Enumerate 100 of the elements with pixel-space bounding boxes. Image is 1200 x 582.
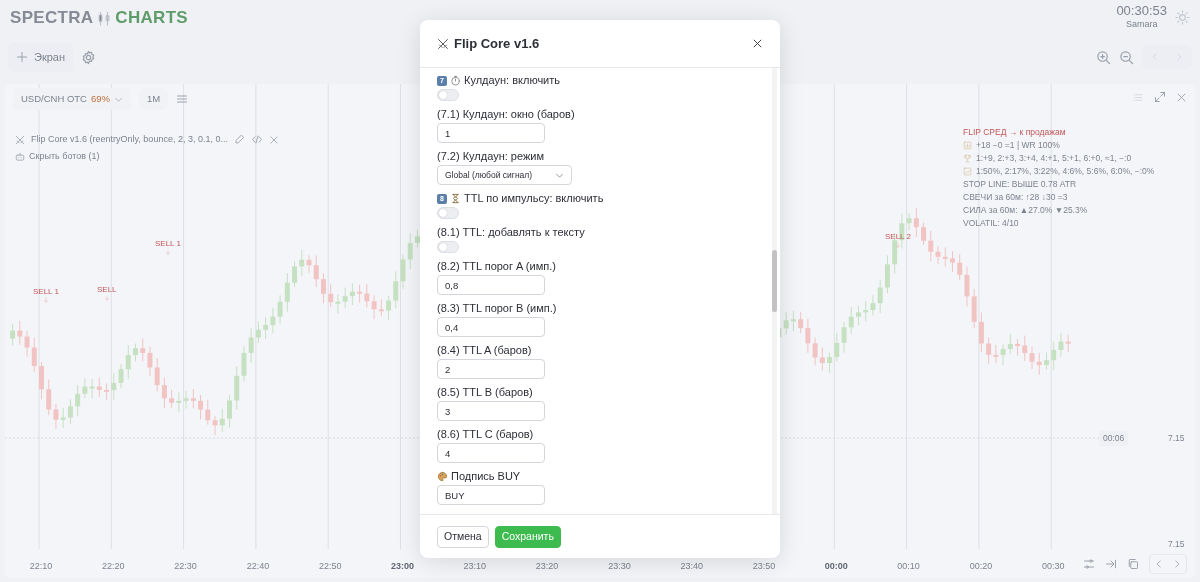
field-label: (8.6) TTL C (баров) <box>437 427 534 442</box>
zoom-in-icon <box>1096 49 1111 65</box>
mode-dropdown[interactable]: Global (любой сигнал) <box>437 165 572 185</box>
field-label: (8.3) TTL порог B (имп.) <box>437 301 557 316</box>
time-label: 00:10 <box>897 560 920 573</box>
close-icon <box>1176 91 1187 103</box>
toggle-switch[interactable] <box>437 241 459 253</box>
zoom-out-icon <box>1119 49 1134 65</box>
input-field[interactable]: 0,4 <box>437 317 545 337</box>
time-label: 23:50 <box>752 560 776 573</box>
menu-icon <box>176 93 189 105</box>
input-field[interactable]: 3 <box>437 401 545 421</box>
code-icon <box>250 134 263 146</box>
info-line: VOLATIL: 4/10 <box>963 217 1019 230</box>
trophy-icon <box>963 154 972 163</box>
field-label: (8.2) TTL порог A (имп.) <box>437 259 556 274</box>
candlestick-logo-icon <box>97 9 112 27</box>
remove-button[interactable] <box>268 134 279 145</box>
copy-icon <box>1127 558 1139 570</box>
swords-icon <box>15 134 25 145</box>
time-label: 22:40 <box>246 560 270 573</box>
plus-icon <box>16 51 28 63</box>
info-line: СИЛА за 60м: ▲27.0% ▼25.3% <box>963 204 1088 217</box>
toggle-switch[interactable] <box>437 207 459 219</box>
info-line: 1:+9, 2:+3, 3:+4, 4:+1, 5:+1, 6:+0, ≈1, −:0 <box>976 152 1132 165</box>
field-label: (8.5) TTL B (баров) <box>437 385 533 400</box>
signal-label: SELL 2 <box>885 233 911 241</box>
down-arrow-icon <box>894 241 901 248</box>
close-icon <box>752 38 763 49</box>
input-field[interactable]: 4 <box>437 443 545 463</box>
hide-bots-link[interactable]: Скрыть ботов (1) <box>15 150 100 164</box>
robot-icon <box>15 151 25 162</box>
down-arrow-icon <box>164 248 171 255</box>
sun-icon <box>1175 10 1190 26</box>
field-label: (7.1) Кулдаун: окно (баров) <box>437 107 575 122</box>
candle-timer: 00:06 <box>1099 431 1129 446</box>
input-field[interactable]: 2 <box>437 359 545 379</box>
menu-button[interactable] <box>176 93 189 105</box>
field-label: (7.2) Кулдаун: режим <box>437 149 545 164</box>
zoom-out-button[interactable] <box>1119 49 1134 65</box>
input-field[interactable]: 0,8 <box>437 275 545 295</box>
settings-button[interactable] <box>81 49 97 65</box>
info-line: +18 −0 =1 | WR 100% <box>976 139 1060 152</box>
down-arrow-icon <box>42 296 49 303</box>
swords-icon <box>437 37 449 50</box>
time-label: 22:20 <box>102 560 125 573</box>
settings-icon <box>81 49 97 65</box>
close-icon <box>268 134 279 145</box>
input-field[interactable]: BUY <box>437 485 545 505</box>
field-label: (8.4) TTL A (баров) <box>437 343 532 358</box>
sliders-icon <box>1083 558 1095 570</box>
scroll-to-end-button[interactable] <box>1105 558 1117 570</box>
hourglass-icon <box>450 193 461 204</box>
signal-label: SELL <box>97 286 117 294</box>
time-label: 00:20 <box>969 560 993 573</box>
copy-button[interactable] <box>1127 558 1139 570</box>
expand-button[interactable] <box>1154 91 1166 103</box>
time-label: 22:10 <box>29 560 53 573</box>
chart-up-icon <box>963 167 972 176</box>
time-label: 22:30 <box>174 560 197 573</box>
chart-settings-button[interactable] <box>1083 558 1095 570</box>
zoom-in-button[interactable] <box>1096 49 1111 65</box>
time-label: 23:30 <box>608 560 631 573</box>
info-line: 1:50%, 2:17%, 3:22%, 4:6%, 5:6%, 6:0%, −:0% <box>976 165 1155 178</box>
info-line: СВЕЧИ за 60м: ↑28 ↓30 =3 <box>963 191 1068 204</box>
jump-to-end-icon <box>1105 558 1117 570</box>
time-label: 23:20 <box>535 560 559 573</box>
toggle-switch[interactable] <box>437 89 459 101</box>
field-label: TTL по импульсу: включить <box>464 191 604 206</box>
list-button[interactable] <box>1133 91 1144 103</box>
cancel-button[interactable]: Отмена <box>437 525 489 548</box>
down-arrow-icon <box>103 294 110 301</box>
time-label: 22:50 <box>318 560 342 573</box>
chevron-left-icon <box>1154 559 1164 569</box>
edit-button[interactable] <box>233 134 245 146</box>
dialog-title: Flip Core v1.6 <box>454 34 540 53</box>
palette-icon <box>437 471 448 482</box>
theme-toggle[interactable] <box>1175 10 1190 26</box>
chevron-right-icon <box>1172 559 1182 569</box>
time-label: 23:10 <box>463 560 487 573</box>
close-button[interactable] <box>752 38 763 49</box>
price-scale-label: 7.15 <box>1168 538 1185 551</box>
list-icon <box>1133 91 1144 103</box>
input-field[interactable]: 1 <box>437 123 545 143</box>
signal-label: SELL 1 <box>155 240 181 248</box>
code-button[interactable] <box>250 134 263 146</box>
pencil-icon <box>233 134 245 146</box>
time-label: 00:30 <box>1041 560 1065 573</box>
price-label: 7.15 <box>1168 432 1185 445</box>
chart-icon <box>963 141 972 150</box>
indicator-label: Flip Core v1.6 (reentryOnly, bounce, 2, 3, 0.1, 0... <box>31 133 228 146</box>
info-line: STOP LINE: ВЫШЕ 0.78 ATR <box>963 178 1077 191</box>
signal-label: SELL 1 <box>33 288 59 296</box>
logo-text: SPECTRA <box>10 7 94 30</box>
time-label: 00:00 <box>824 560 848 573</box>
info-line: FLIP СРЕД → к продажам <box>963 126 1066 139</box>
timezone-city: Samara <box>1124 18 1159 32</box>
time-label: 23:40 <box>680 560 703 573</box>
scrollbar[interactable] <box>772 250 777 312</box>
time-label: 23:00 <box>391 560 414 573</box>
